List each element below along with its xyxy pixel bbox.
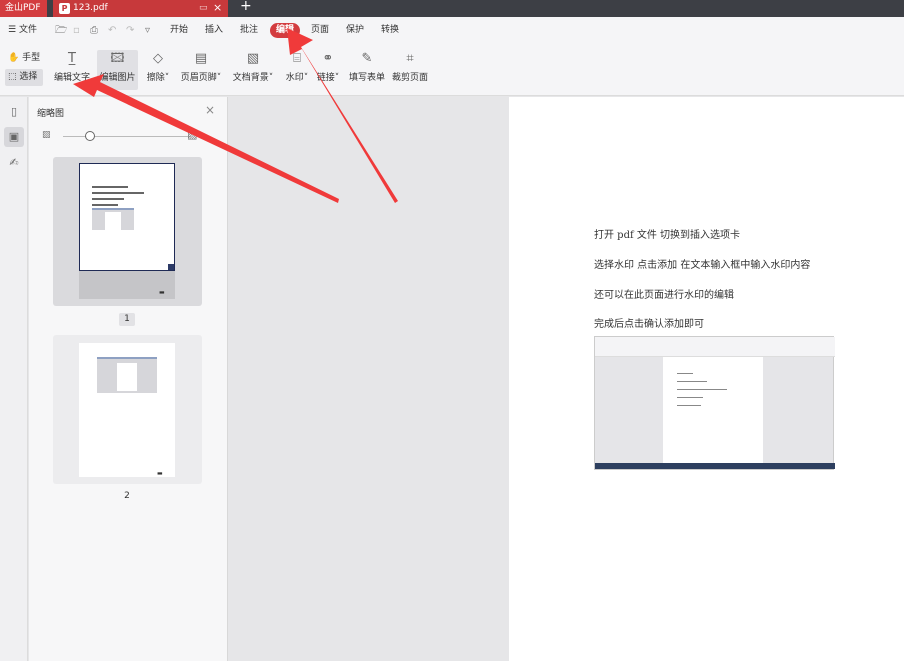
- save-icon[interactable]: ▫: [73, 17, 80, 44]
- fill-form-button[interactable]: ✎ 填写表单: [348, 50, 386, 90]
- page-thumbnail-1[interactable]: ▬: [53, 157, 202, 306]
- panel-title: 缩略图: [37, 109, 65, 119]
- edit-text-button[interactable]: T̲ 编辑文字: [52, 50, 92, 90]
- crop-page-label: 裁剪页面: [391, 73, 428, 83]
- document-tab-label: 123.pdf: [73, 3, 108, 13]
- close-icon[interactable]: ×: [205, 103, 215, 117]
- file-menu-label: 文件: [18, 25, 37, 35]
- document-background-label: 文档背景˅: [232, 73, 274, 83]
- page-number-label-2: 2: [124, 491, 130, 501]
- cursor-icon: ⬚: [8, 72, 17, 82]
- menu-bar: ☰ 文件 🗁 ▫ ⎙ ↶ ↷ ▿ 开始 插入 批注 编辑 页面 保护 转换: [0, 17, 904, 44]
- crop-page-button[interactable]: ⌗ 裁剪页面: [390, 50, 430, 90]
- edit-text-label: 编辑文字: [53, 73, 90, 83]
- page-text-line: 打开 pdf 文件 切换到插入选项卡: [594, 230, 741, 241]
- zoom-in-image-icon[interactable]: ▨: [187, 128, 197, 141]
- link-button[interactable]: ⚭ 链接˅: [314, 50, 342, 90]
- embedded-screenshot: [594, 336, 835, 470]
- bookmark-icon[interactable]: ▯: [4, 102, 24, 122]
- tab-protect[interactable]: 保护: [346, 17, 364, 44]
- edit-image-label: 编辑图片: [99, 73, 136, 83]
- hand-icon: ✋: [8, 53, 20, 63]
- edit-toolbar: ✋ 手型 ⬚ 选择 T̲ 编辑文字 🖾 编辑图片 ◇ 擦除˅ ▤ 页眉页脚˅ ▧…: [0, 44, 904, 96]
- tab-edit[interactable]: 编辑: [270, 23, 301, 38]
- signature-icon[interactable]: ✍: [4, 153, 24, 173]
- page-number-label-1: 1: [119, 313, 135, 326]
- tab-insert[interactable]: 插入: [205, 17, 223, 44]
- erase-label: 擦除˅: [146, 73, 170, 83]
- tab-start[interactable]: 开始: [170, 17, 188, 44]
- tab-convert[interactable]: 转换: [381, 17, 399, 44]
- hamburger-icon: ☰: [8, 25, 19, 35]
- window-mode-icon[interactable]: ▭: [199, 0, 208, 17]
- app-name[interactable]: 金山PDF: [0, 0, 47, 17]
- customize-dropdown-icon[interactable]: ▿: [145, 17, 150, 44]
- page-corner-marker: [168, 264, 174, 270]
- link-icon: ⚭: [322, 51, 334, 66]
- redo-icon[interactable]: ↷: [126, 17, 134, 44]
- print-icon[interactable]: ⎙: [90, 17, 98, 44]
- watermark-icon: ⌸: [293, 51, 301, 66]
- document-background-button[interactable]: ▧ 文档背景˅: [231, 50, 275, 90]
- file-menu[interactable]: ☰ 文件: [8, 17, 37, 44]
- hand-mode-button[interactable]: ✋ 手型: [5, 50, 43, 67]
- close-tab-icon[interactable]: ×: [213, 0, 222, 16]
- select-mode-label: 选择: [19, 72, 38, 82]
- zoom-out-image-icon[interactable]: ▨: [42, 130, 51, 140]
- zoom-slider-track[interactable]: [63, 136, 191, 137]
- tab-page[interactable]: 页面: [311, 17, 329, 44]
- tab-annotate[interactable]: 批注: [240, 17, 258, 44]
- watermark-label: 水印˅: [285, 73, 309, 83]
- header-footer-icon: ▤: [194, 51, 208, 66]
- open-folder-icon[interactable]: 🗁: [55, 17, 67, 44]
- form-icon: ✎: [361, 51, 373, 66]
- document-page: 打开 pdf 文件 切换到插入选项卡 选择水印 点击添加 在文本输入框中输入水印…: [509, 97, 904, 661]
- image-icon: 🖾: [110, 51, 125, 66]
- header-footer-label: 页眉页脚˅: [180, 73, 222, 83]
- page-text-line: 还可以在此页面进行水印的编辑: [594, 290, 734, 301]
- thumbnail-icon[interactable]: ▣: [4, 127, 24, 147]
- thumbnail-page-preview: ▬: [79, 343, 175, 477]
- edit-image-button[interactable]: 🖾 编辑图片: [97, 50, 138, 90]
- page-text-line: 完成后点击确认添加即可: [594, 319, 704, 330]
- pdf-file-icon: P: [59, 3, 70, 14]
- side-icon-strip: ▯ ▣ ✍: [0, 97, 28, 661]
- eraser-icon: ◇: [153, 51, 163, 66]
- new-tab-button[interactable]: +: [240, 0, 252, 14]
- fill-form-label: 填写表单: [348, 73, 385, 83]
- link-label: 链接˅: [316, 73, 340, 83]
- header-footer-button[interactable]: ▤ 页眉页脚˅: [179, 50, 223, 90]
- edit-text-icon: T̲: [68, 51, 76, 66]
- select-mode-button[interactable]: ⬚ 选择: [5, 69, 43, 86]
- hand-mode-label: 手型: [22, 53, 41, 63]
- document-background-icon: ▧: [246, 51, 260, 66]
- watermark-button[interactable]: ⌸ 水印˅: [283, 50, 311, 90]
- page-text-line: 选择水印 点击添加 在文本输入框中输入水印内容: [594, 260, 811, 271]
- undo-icon[interactable]: ↶: [108, 17, 116, 44]
- page-thumbnail-2[interactable]: ▬: [53, 335, 202, 484]
- document-tab[interactable]: P 123.pdf ▭ ×: [53, 0, 228, 17]
- title-bar: 金山PDF P 123.pdf ▭ × +: [0, 0, 904, 17]
- thumbnail-page-preview: [79, 163, 175, 271]
- zoom-slider-handle[interactable]: [85, 131, 95, 141]
- erase-button[interactable]: ◇ 擦除˅: [143, 50, 173, 90]
- crop-page-icon: ⌗: [406, 51, 414, 66]
- thumbnail-panel: 缩略图 × ▨ ▨ ▬ 1 ▬ 2: [29, 97, 228, 661]
